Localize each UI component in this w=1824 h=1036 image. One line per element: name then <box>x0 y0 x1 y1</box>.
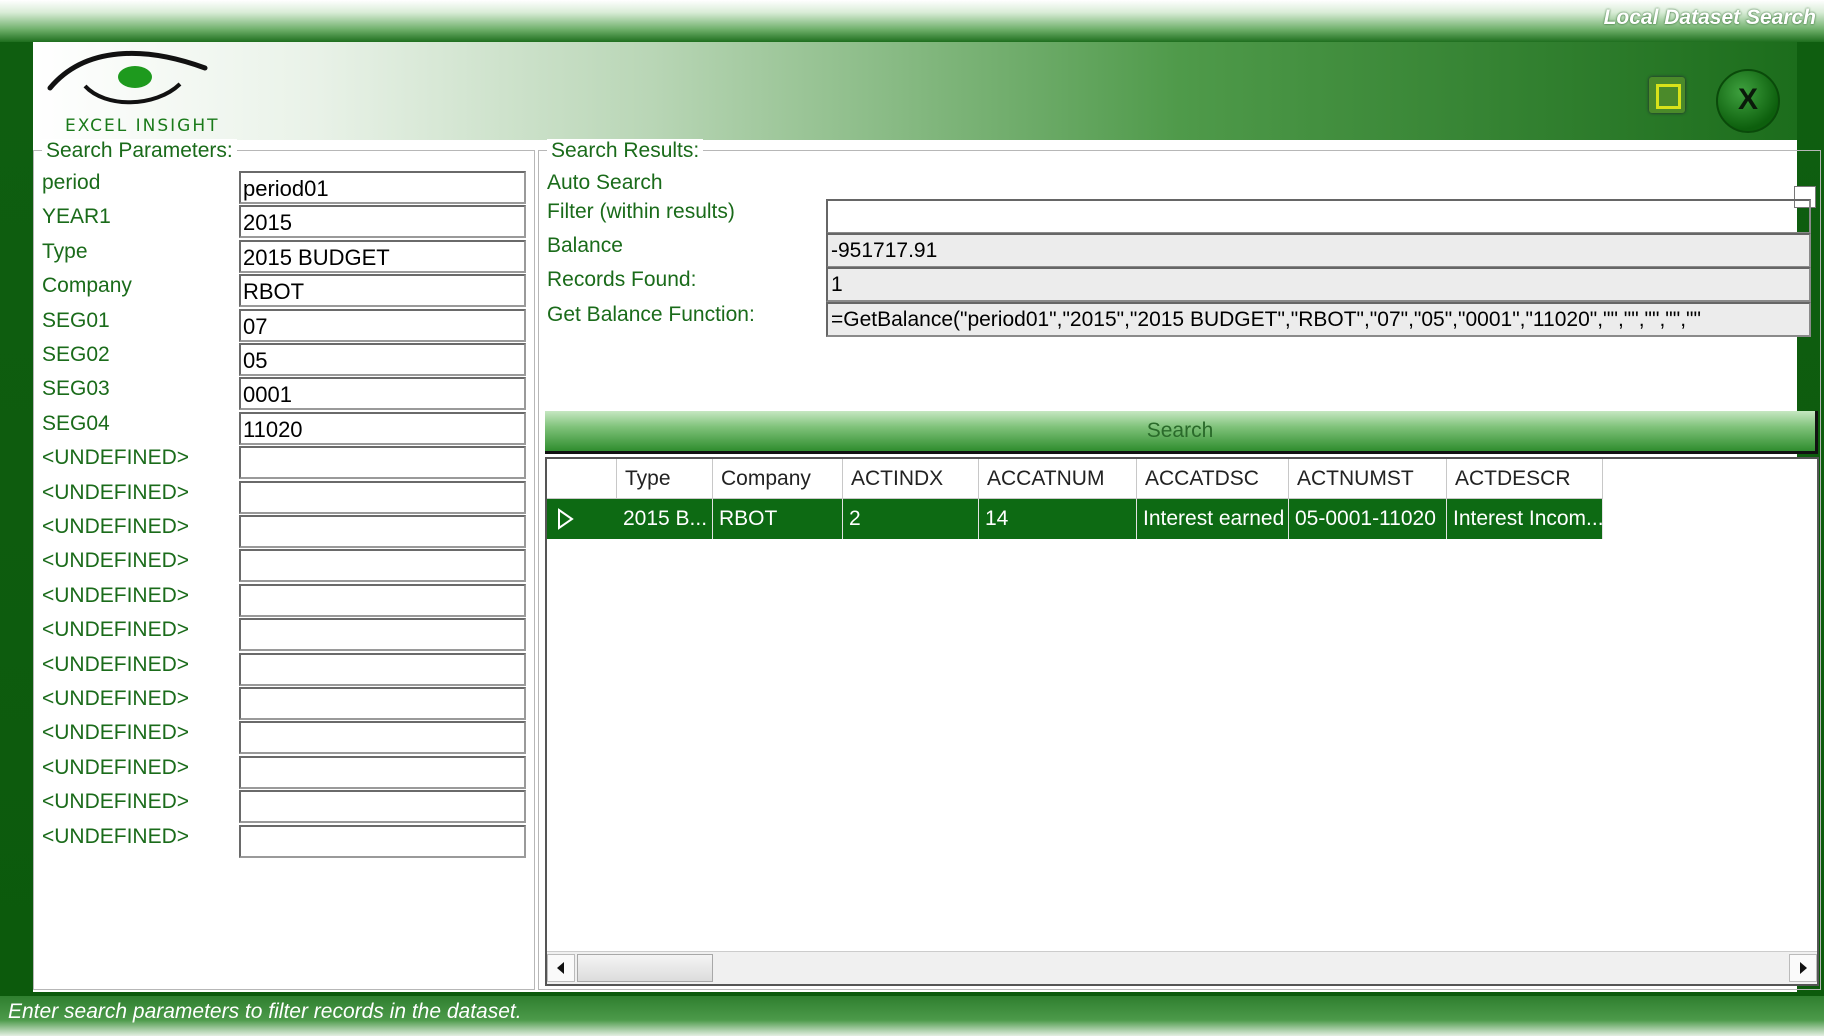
filter-label: Filter (within results) <box>547 200 735 223</box>
column-header[interactable]: ACTINDX <box>843 459 979 499</box>
search-results-legend: Search Results: <box>547 139 704 163</box>
param-label: <UNDEFINED> <box>42 446 190 470</box>
search-button[interactable]: Search <box>545 411 1818 454</box>
row-pointer-icon <box>558 508 574 530</box>
param-input[interactable]: 0001 <box>239 377 526 411</box>
filter-input[interactable] <box>826 199 1811 234</box>
logo-text: EXCEL INSIGHT <box>65 116 220 136</box>
horizontal-scrollbar[interactable] <box>547 951 1817 984</box>
param-label: Type <box>42 239 88 263</box>
scroll-thumb[interactable] <box>577 954 713 982</box>
scroll-left-button[interactable] <box>547 954 575 982</box>
table-cell[interactable]: RBOT <box>713 499 843 539</box>
balance-field[interactable]: -951717.91 <box>826 233 1811 268</box>
records-found-label: Records Found: <box>547 268 697 291</box>
get-balance-function-label: Get Balance Function: <box>547 303 755 326</box>
param-input[interactable]: 2015 <box>239 205 526 239</box>
search-parameters-legend: Search Parameters: <box>42 139 237 163</box>
param-label: SEG03 <box>42 377 110 401</box>
param-input[interactable] <box>239 721 526 755</box>
param-label: SEG04 <box>42 411 110 435</box>
param-input[interactable]: 11020 <box>239 411 526 445</box>
maximize-button[interactable] <box>1649 77 1685 113</box>
param-label: <UNDEFINED> <box>42 583 190 607</box>
row-selector[interactable] <box>547 499 618 539</box>
param-label: <UNDEFINED> <box>42 480 190 504</box>
table-cell[interactable]: 2 <box>843 499 979 539</box>
content-area: Search Parameters: period period01 YEAR1 20… <box>33 139 1821 992</box>
param-label: <UNDEFINED> <box>42 549 190 573</box>
table-cell[interactable]: 05-0001-11020 <box>1289 499 1447 539</box>
param-input[interactable] <box>239 618 526 652</box>
param-input[interactable] <box>239 446 526 480</box>
param-label: <UNDEFINED> <box>42 721 190 745</box>
application-window: Local Dataset Search EXCEL INSIGHT X Sea… <box>0 0 1824 1036</box>
auto-search-label: Auto Search <box>547 171 663 194</box>
header-band: EXCEL INSIGHT <box>33 42 1797 140</box>
param-input[interactable]: RBOT <box>239 274 526 308</box>
column-header[interactable]: ACTDESCR <box>1447 459 1603 499</box>
param-label: <UNDEFINED> <box>42 652 190 676</box>
param-input[interactable] <box>239 480 526 514</box>
param-label: <UNDEFINED> <box>42 755 190 779</box>
column-header[interactable]: ACTNUMST <box>1289 459 1447 499</box>
title-bar: Local Dataset Search <box>0 0 1824 42</box>
search-parameters-group: Search Parameters: period period01 YEAR1 20… <box>33 139 535 990</box>
param-label: period <box>42 171 101 194</box>
column-header[interactable]: ACCATDSC <box>1137 459 1289 499</box>
column-header[interactable]: Company <box>713 459 843 499</box>
table-cell[interactable]: Interest Incom... <box>1447 499 1603 539</box>
table-cell[interactable]: 14 <box>979 499 1137 539</box>
close-button[interactable]: X <box>1716 69 1780 133</box>
param-label: <UNDEFINED> <box>42 824 190 848</box>
param-label: YEAR1 <box>42 205 111 229</box>
column-header[interactable]: ACCATNUM <box>979 459 1137 499</box>
status-text: Enter search parameters to filter record… <box>8 1000 522 1023</box>
column-header[interactable]: Type <box>617 459 713 499</box>
param-input[interactable] <box>239 755 526 789</box>
param-input[interactable] <box>239 687 526 720</box>
param-label: <UNDEFINED> <box>42 618 190 642</box>
results-grid[interactable]: Type Company ACTINDX ACCATNUM ACCATDSC ACTNUM… <box>545 457 1819 986</box>
param-input[interactable] <box>239 824 526 858</box>
param-input[interactable]: 2015 BUDGET <box>239 239 526 273</box>
status-bar: Enter search parameters to filter record… <box>0 996 1824 1036</box>
records-found-field[interactable]: 1 <box>826 267 1811 302</box>
param-input[interactable] <box>239 790 526 824</box>
param-label: SEG02 <box>42 343 110 366</box>
eye-logo-icon <box>47 50 208 105</box>
param-label: <UNDEFINED> <box>42 790 190 814</box>
param-label: SEG01 <box>42 308 110 332</box>
param-label: Company <box>42 274 132 298</box>
arrow-right-icon <box>1800 962 1807 974</box>
table-cell[interactable]: Interest earned <box>1137 499 1289 539</box>
param-input[interactable] <box>239 515 526 548</box>
balance-label: Balance <box>547 234 623 257</box>
param-input[interactable] <box>239 652 526 686</box>
get-balance-function-field[interactable]: =GetBalance("period01","2015","2015 BUDG… <box>826 302 1811 337</box>
search-results-group: Search Results: Auto Search Filter (with… <box>538 139 1821 990</box>
param-input[interactable] <box>239 583 526 617</box>
table-cell[interactable]: 2015 B... <box>617 499 713 539</box>
param-input[interactable]: period01 <box>239 171 526 204</box>
param-input[interactable]: 07 <box>239 308 526 342</box>
scroll-right-button[interactable] <box>1789 954 1817 982</box>
param-label: <UNDEFINED> <box>42 687 190 710</box>
window-title: Local Dataset Search <box>1603 6 1816 29</box>
grid-corner-header <box>547 459 617 499</box>
param-input[interactable] <box>239 549 526 583</box>
param-input[interactable]: 05 <box>239 343 526 376</box>
arrow-left-icon <box>557 962 564 974</box>
param-label: <UNDEFINED> <box>42 515 190 538</box>
logo: EXCEL INSIGHT <box>45 46 265 138</box>
